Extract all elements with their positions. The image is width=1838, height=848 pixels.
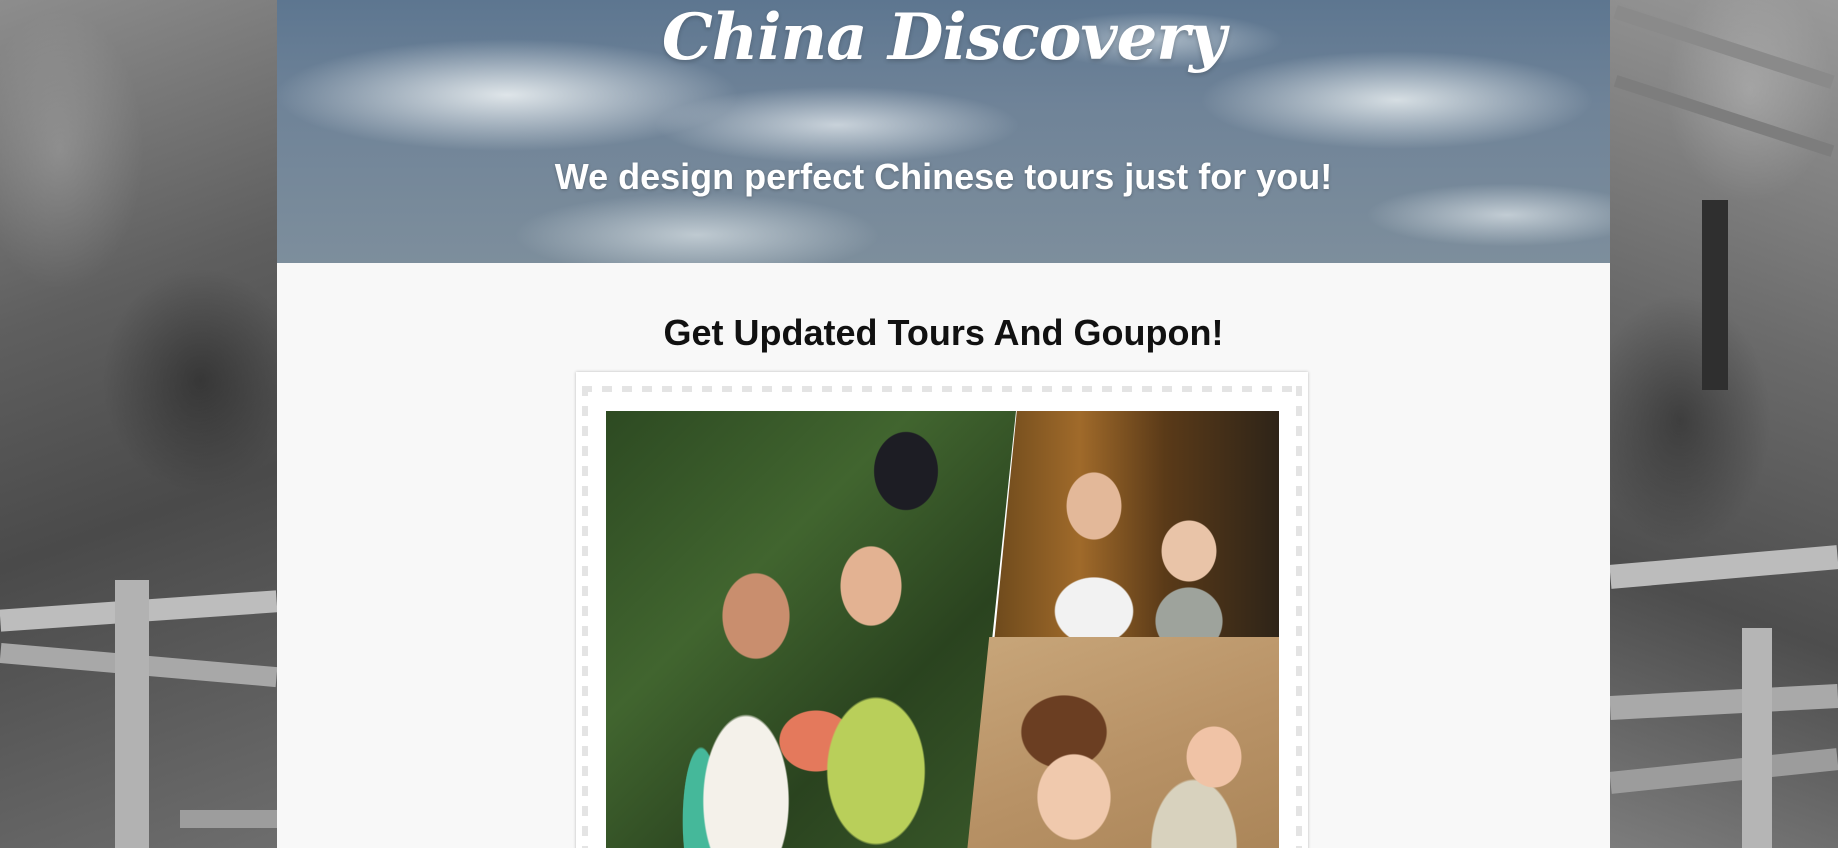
site-logo[interactable]: China Discovery (277, 0, 1610, 75)
hero-tagline: We design perfect Chinese tours just for… (554, 156, 1333, 197)
wooden-railing-graphic (0, 580, 277, 848)
left-background-photo (0, 0, 277, 848)
boardwalk-graphic (1610, 5, 1838, 848)
travel-photo-2 (994, 411, 1279, 643)
travel-photo-3 (964, 637, 1279, 848)
hero-banner: China Discovery We design perfect Chines… (277, 0, 1610, 263)
photo-collage-stamp (576, 372, 1308, 848)
travel-photo-1 (606, 411, 1016, 848)
right-background-photo (1610, 0, 1838, 848)
photo-collage (606, 411, 1279, 848)
main-content: China Discovery We design perfect Chines… (277, 0, 1610, 848)
newsletter-heading: Get Updated Tours And Goupon! (663, 312, 1224, 353)
